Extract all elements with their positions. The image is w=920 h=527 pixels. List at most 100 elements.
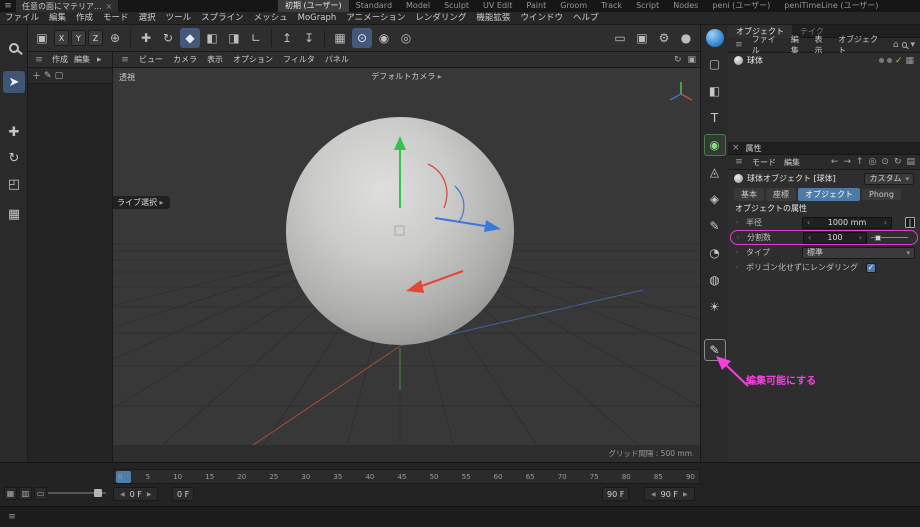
layout-tab[interactable]: Nodes [666,0,705,12]
spline-pen-icon[interactable]: ✎ [704,215,726,237]
enabled-check-icon[interactable]: ✓ [895,56,903,66]
material-sphere-icon[interactable]: ● [676,28,696,48]
menu-item[interactable]: 作成 [49,54,71,65]
focus-icon[interactable]: ◎ [867,157,879,167]
timeline-zoom-slider[interactable] [48,489,106,497]
window-menu-icon[interactable]: ≡ [0,1,16,11]
quantize-icon[interactable]: ◉ [374,28,394,48]
timeline-ruler[interactable]: 0 5 10 15 20 25 30 35 40 45 50 55 60 65 70 75 80 85 90 [113,469,700,484]
render-visibility-dot[interactable] [886,58,892,63]
copy-icon[interactable]: ▤ [904,157,917,167]
menu-item[interactable]: MoGraph [293,12,342,25]
panel-menu-icon[interactable]: ≡ [117,55,133,65]
move-up-icon[interactable]: ↥ [277,28,297,48]
modeling-settings-icon[interactable]: ◆ [180,28,200,48]
menu-item[interactable]: モード [748,157,780,168]
spin-right-icon[interactable]: › [857,233,864,242]
attribute-tab[interactable]: オブジェクト [798,188,860,201]
mesh-tag-icon[interactable]: ▦ [905,56,914,66]
viewport-toggle-icon[interactable]: ▣ [687,55,696,65]
menu-item[interactable]: 作成 [71,12,98,25]
editor-visibility-dot[interactable] [878,58,884,63]
move-tool-icon[interactable]: ✚ [3,121,25,143]
frame-forward-icon[interactable]: ▶ [681,491,690,498]
layout-tab[interactable]: Track [594,0,629,12]
layout-tab[interactable]: Standard [349,0,399,12]
scale-tool-icon[interactable]: ◰ [3,173,25,195]
document-tab[interactable]: 任意の面にマテリア... × [16,0,119,12]
overflow-chevron-icon[interactable]: ▸ [95,55,104,65]
zoom-slider-handle[interactable] [94,489,102,497]
layout-tab[interactable]: Sculpt [437,0,476,12]
workplane-lock-icon[interactable]: ◨ [224,28,244,48]
layout-tab[interactable]: peni (ユーザー) [705,0,777,12]
menu-item[interactable]: ツール [161,12,197,25]
panel-menu-icon[interactable]: ≡ [731,40,747,50]
attribute-tab[interactable]: 基本 [734,188,764,201]
pen-icon[interactable]: ✎ [44,71,52,81]
home-icon[interactable]: ⌂ [891,40,901,50]
preset-dropdown[interactable]: カスタム ▾ [864,172,914,185]
history-forward-icon[interactable]: → [841,157,853,167]
panel-menu-icon[interactable]: ≡ [731,157,747,167]
range-end-field[interactable]: 90 F [602,487,630,501]
zoom-tool-icon[interactable] [3,37,25,59]
keyframe-marker[interactable]: ◦ [735,249,746,257]
menu-item[interactable]: 表示 [202,54,228,65]
menu-item[interactable]: 機能拡張 [471,12,515,25]
rotate-tool-icon[interactable]: ↻ [3,147,25,169]
menu-item[interactable]: アニメーション [341,12,410,25]
layout-tab[interactable]: Model [399,0,437,12]
render-settings-icon[interactable]: ⚙ [654,28,674,48]
cone-tool-icon[interactable]: ◬ [704,161,726,183]
grid-snap-icon[interactable]: ▦ [330,28,350,48]
menu-item[interactable]: ファイル [0,12,44,25]
layout-tab[interactable]: Groom [553,0,594,12]
chevron-down-icon[interactable]: ▾ [908,40,917,50]
object-row[interactable]: 球体 ✓ ▦ [728,53,920,68]
viewport-canvas[interactable]: 透視 デフォルトカメラ ▸ ライブ選択 ▸ グリッド間隔 : 500 mm [113,68,700,462]
live-select-tool-icon[interactable]: ➤ [3,71,25,93]
spin-left-icon[interactable]: ‹ [805,218,812,227]
arc-tool-icon[interactable]: ◔ [704,242,726,264]
current-frame-stepper[interactable]: ◀ 0 F ▶ [113,487,159,501]
layout-tab[interactable]: UV Edit [476,0,519,12]
platonic-tool-icon[interactable]: ◈ [704,188,726,210]
segments-field[interactable]: ‹ 100 › [803,231,867,244]
range-start-field[interactable]: 0 F [172,487,195,501]
menu-item[interactable]: 編集 [71,54,93,65]
parent-object-icon[interactable]: ↑ [854,157,866,167]
layout-tab[interactable]: 初期 (ユーザー) [278,0,349,12]
globe-tool-icon[interactable]: ◍ [704,269,726,291]
shape-icon[interactable]: ▢ [55,71,64,81]
attribute-tab[interactable]: Phong [862,189,901,200]
workplane-icon[interactable]: ◧ [202,28,222,48]
viewport-sync-icon[interactable]: ↻ [674,55,682,65]
layout-single-icon[interactable]: ▭ [34,487,47,500]
interactive-render-icon[interactable] [705,29,724,47]
keyframe-marker[interactable]: ◦ [735,219,746,227]
frame-back-icon[interactable]: ◀ [649,491,658,498]
spin-left-icon[interactable]: ‹ [806,233,813,242]
segments-slider[interactable] [871,232,908,244]
menu-item[interactable]: 編集 [44,12,71,25]
render-view-icon[interactable]: ▭ [610,28,630,48]
layout-tab[interactable]: Script [629,0,666,12]
menu-item[interactable]: スプライン [196,12,249,25]
layout-tab[interactable]: Paint [519,0,553,12]
end-frame-stepper[interactable]: ◀ 90 F ▶ [644,487,695,501]
last-tool-icon[interactable]: ▣ [32,28,52,48]
render-picture-viewer-icon[interactable]: ▣ [632,28,652,48]
move-down-icon[interactable]: ↧ [299,28,319,48]
mode-tool-icon[interactable]: ▦ [3,203,25,225]
menu-item[interactable]: ウインドウ [515,12,568,25]
rectangle-tool-icon[interactable]: ▢ [704,53,726,75]
render-perfect-checkbox[interactable]: ✓ [866,262,876,273]
light-tool-icon[interactable]: ☀ [704,296,726,318]
text-tool-icon[interactable]: T [704,107,726,129]
attribute-tab[interactable]: 座標 [766,188,796,201]
type-dropdown[interactable]: 標準 ▾ [802,246,915,259]
menu-item[interactable]: ヘルプ [568,12,604,25]
keyframe-marker[interactable]: ◦ [735,264,746,272]
cube-tool-icon[interactable]: ◧ [704,80,726,102]
